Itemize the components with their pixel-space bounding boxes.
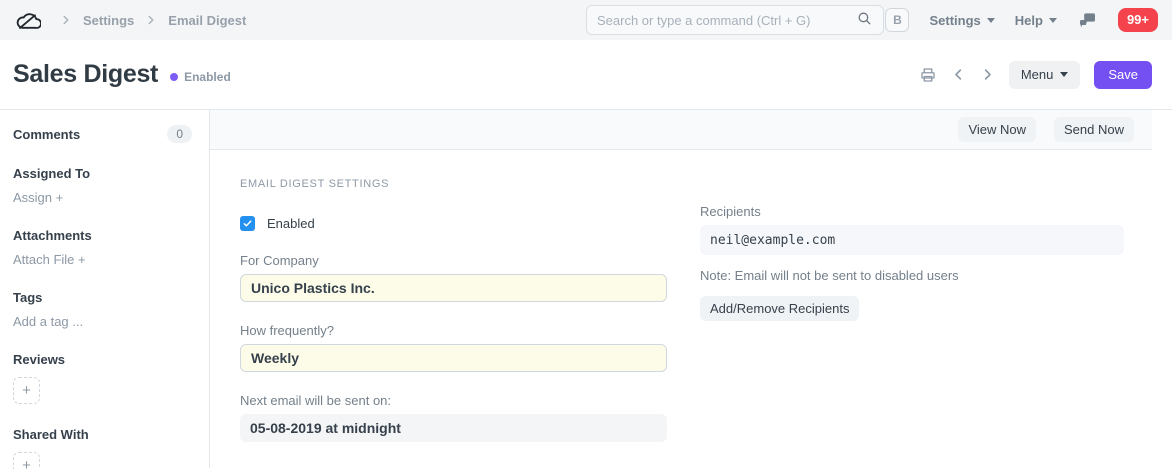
workspace-badge[interactable]: B <box>885 8 909 32</box>
help-dropdown[interactable]: Help <box>1015 13 1057 28</box>
sidebar-assigned-to-label: Assigned To <box>13 166 192 181</box>
search-icon <box>856 10 873 30</box>
top-navbar: Settings Email Digest B Settings Help <box>0 0 1172 40</box>
right-gutter <box>1152 110 1172 468</box>
enabled-checkbox-label: Enabled <box>267 216 315 231</box>
page-title: Sales Digest <box>13 60 158 89</box>
form-right-column: Recipients Note: Email will not be sent … <box>700 204 1124 442</box>
chevron-right-icon <box>144 13 158 27</box>
search-input[interactable] <box>597 13 856 28</box>
navbar-actions: B Settings Help 99+ <box>885 0 1158 40</box>
breadcrumb: Settings Email Digest <box>14 9 246 32</box>
page-header: Sales Digest Enabled Menu Save <box>0 40 1172 110</box>
menu-button-label: Menu <box>1021 67 1054 82</box>
email-digest-settings-section: EMAIL DIGEST SETTINGS Enabled For Compan… <box>210 150 1152 442</box>
recipients-label: Recipients <box>700 204 1124 219</box>
chevron-right-icon <box>59 13 73 27</box>
send-now-button[interactable]: Send Now <box>1054 117 1134 142</box>
save-button[interactable]: Save <box>1094 61 1152 89</box>
previous-document-icon[interactable] <box>951 67 966 82</box>
notifications-badge[interactable]: 99+ <box>1118 8 1158 32</box>
sidebar-tags-label: Tags <box>13 290 192 305</box>
app-logo-cloud-icon[interactable] <box>14 9 41 32</box>
recipients-input[interactable] <box>700 225 1124 255</box>
frequency-select[interactable] <box>240 344 667 372</box>
sidebar-shared-with-label: Shared With <box>13 427 192 442</box>
caret-down-icon <box>1049 18 1057 23</box>
add-review-button[interactable]: + <box>13 377 40 404</box>
app-window: Settings Email Digest B Settings Help <box>0 0 1172 469</box>
status-label: Enabled <box>184 70 231 84</box>
for-company-input[interactable] <box>240 274 667 302</box>
attach-file-button[interactable]: Attach File + <box>13 252 192 267</box>
breadcrumb-email-digest[interactable]: Email Digest <box>168 13 246 28</box>
sidebar-comments-label[interactable]: Comments <box>13 127 80 142</box>
caret-down-icon <box>987 18 995 23</box>
status-dot-icon <box>170 73 178 81</box>
section-heading: EMAIL DIGEST SETTINGS <box>240 178 1122 190</box>
status-indicator: Enabled <box>170 70 231 84</box>
for-company-label: For Company <box>240 253 667 268</box>
form-left-column: Enabled For Company How frequently? Next… <box>240 204 667 442</box>
next-email-value: 05-08-2019 at midnight <box>240 414 667 442</box>
sidebar-reviews-label: Reviews <box>13 352 192 367</box>
form-main-area: View Now Send Now EMAIL DIGEST SETTINGS … <box>210 110 1152 468</box>
recipients-note: Note: Email will not be sent to disabled… <box>700 268 1124 283</box>
next-document-icon[interactable] <box>980 67 995 82</box>
breadcrumb-settings[interactable]: Settings <box>83 13 134 28</box>
add-tag-input[interactable]: Add a tag ... <box>13 314 192 329</box>
frequency-label: How frequently? <box>240 323 667 338</box>
view-now-button[interactable]: View Now <box>958 117 1036 142</box>
settings-dropdown[interactable]: Settings <box>929 13 994 28</box>
print-icon[interactable] <box>919 66 937 84</box>
checkbox-checked-icon <box>240 216 255 231</box>
global-search-box[interactable] <box>586 5 884 35</box>
menu-button[interactable]: Menu <box>1009 61 1081 89</box>
help-dropdown-label: Help <box>1015 13 1043 28</box>
form-toolbar: View Now Send Now <box>210 110 1152 150</box>
settings-dropdown-label: Settings <box>929 13 980 28</box>
chat-icon[interactable] <box>1077 10 1098 30</box>
comments-count-badge: 0 <box>167 125 192 143</box>
add-remove-recipients-button[interactable]: Add/Remove Recipients <box>700 296 859 321</box>
caret-down-icon <box>1060 72 1068 77</box>
add-share-button[interactable]: + <box>13 452 40 469</box>
sidebar-attachments-label: Attachments <box>13 228 192 243</box>
assign-button[interactable]: Assign + <box>13 190 192 205</box>
enabled-checkbox[interactable]: Enabled <box>240 216 315 231</box>
next-email-label: Next email will be sent on: <box>240 393 667 408</box>
form-sidebar: Comments 0 Assigned To Assign + Attachme… <box>0 110 210 468</box>
